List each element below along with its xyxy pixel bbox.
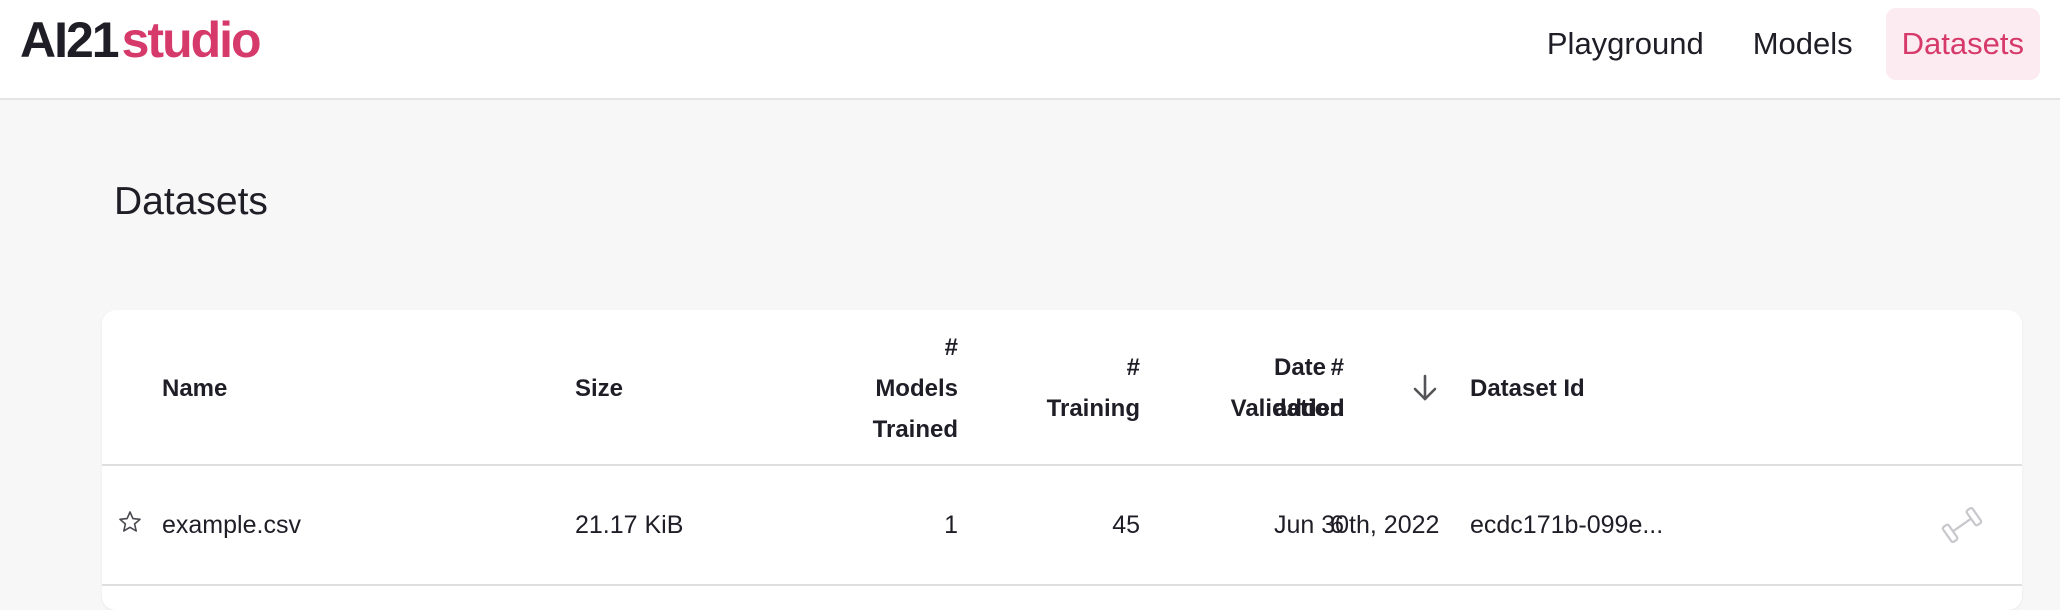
date-added-line2: added (1274, 395, 1345, 422)
column-header-training[interactable]: # Training (962, 310, 1140, 466)
training-hash: # (1126, 354, 1140, 381)
cell-dataset-id[interactable]: ecdc171b-099e... (1470, 466, 1663, 584)
column-header-name-label: Name (162, 374, 228, 402)
column-header-size-label: Size (575, 374, 624, 402)
star-outline-icon[interactable] (116, 508, 144, 536)
row-divider (102, 584, 2022, 586)
models-trained-hash: # (944, 333, 958, 361)
ai21-studio-logo[interactable]: AI21studio (20, 8, 262, 72)
dumbbell-icon[interactable] (1940, 505, 1984, 545)
column-header-models-trained[interactable]: # Models Trained (742, 310, 958, 466)
date-added-line1: Date (1274, 354, 1327, 381)
column-header-dataset-id[interactable]: Dataset Id (1470, 310, 1585, 466)
models-trained-line2: Trained (872, 415, 958, 443)
logo-ai21: AI21 (20, 12, 120, 68)
datasets-table: Name Size # Models Trained # Training # … (102, 310, 2022, 610)
cell-models-trained: 1 (944, 510, 958, 539)
nav-models[interactable]: Models (1737, 8, 1869, 80)
models-trained-line1: Models (875, 374, 958, 402)
column-header-name[interactable]: Name (162, 310, 227, 466)
cell-training: 45 (1112, 510, 1140, 539)
cell-date-added: Jun 30th, 2022 (1274, 510, 1440, 539)
training-label: Training (1046, 395, 1140, 422)
main-nav: Playground Models Datasets (1514, 8, 2040, 80)
column-header-size[interactable]: Size (575, 310, 623, 466)
top-bar: AI21studio Playground Models Datasets (0, 0, 2060, 100)
nav-playground[interactable]: Playground (1531, 8, 1720, 80)
cell-size: 21.17 KiB (575, 510, 684, 539)
column-header-dataset-id-label: Dataset Id (1470, 374, 1585, 402)
nav-datasets[interactable]: Datasets (1885, 8, 2040, 80)
arrow-down-icon[interactable] (1410, 368, 1440, 408)
logo-studio: studio (121, 12, 262, 68)
page-title: Datasets (114, 180, 268, 223)
cell-name[interactable]: example.csv (162, 466, 301, 584)
column-header-date-added[interactable]: Date added (1274, 310, 1345, 466)
